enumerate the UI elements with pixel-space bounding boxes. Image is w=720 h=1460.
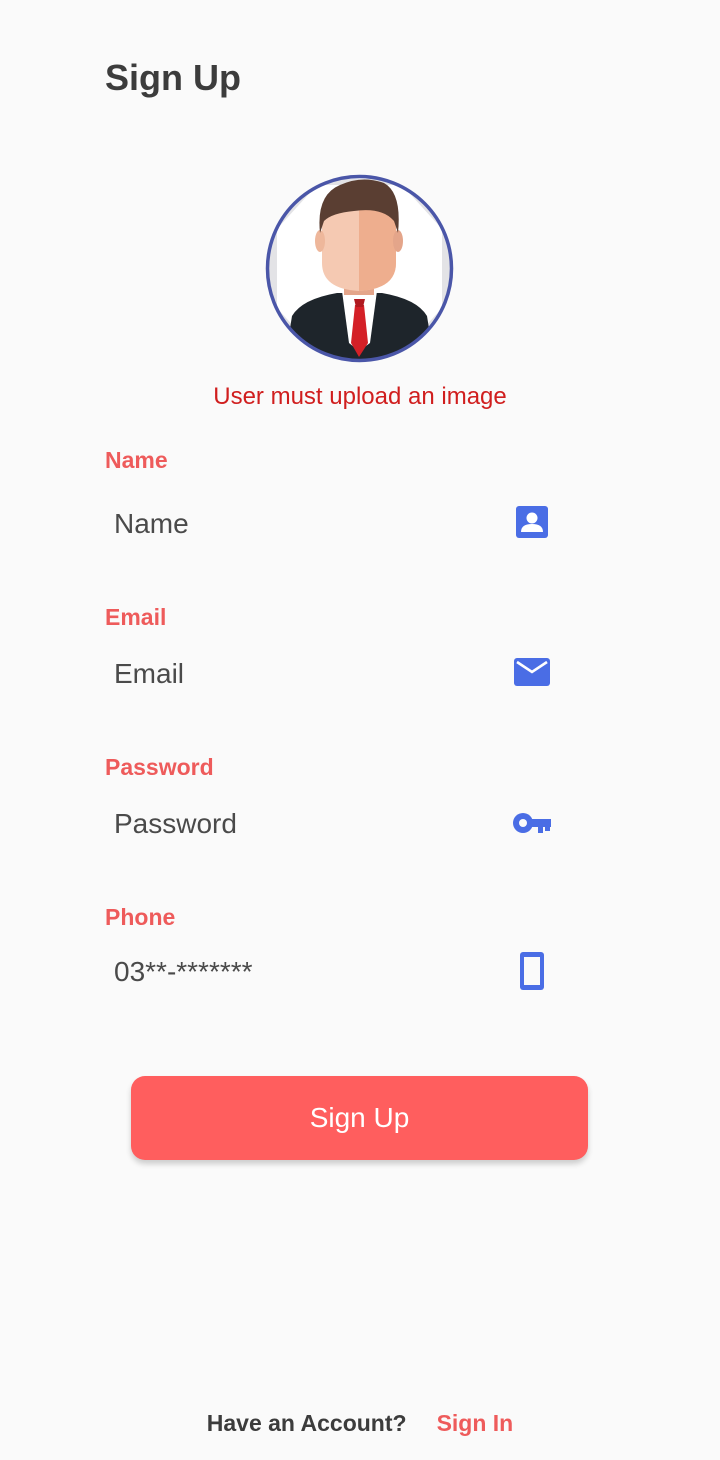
password-label: Password xyxy=(105,754,214,780)
name-label: Name xyxy=(105,447,168,473)
contact-card-icon xyxy=(512,502,552,542)
email-label: Email xyxy=(105,604,167,630)
page-title: Sign Up xyxy=(105,57,241,98)
email-input[interactable] xyxy=(104,649,544,699)
avatar-upload[interactable] xyxy=(262,171,457,366)
have-account-text: Have an Account? xyxy=(206,1410,407,1436)
signup-button[interactable]: Sign Up xyxy=(131,1076,588,1160)
password-input[interactable] xyxy=(104,799,544,849)
phone-label: Phone xyxy=(105,904,176,930)
upload-error-text: User must upload an image xyxy=(213,383,507,410)
avatar-icon xyxy=(265,174,454,363)
sign-in-link[interactable]: Sign In xyxy=(437,1410,514,1436)
mail-icon xyxy=(512,652,552,692)
name-input[interactable] xyxy=(104,499,544,549)
key-icon xyxy=(512,803,552,843)
phone-input[interactable] xyxy=(104,947,544,997)
footer: Have an Account? Sign In xyxy=(0,1408,720,1438)
phone-icon xyxy=(512,951,552,991)
